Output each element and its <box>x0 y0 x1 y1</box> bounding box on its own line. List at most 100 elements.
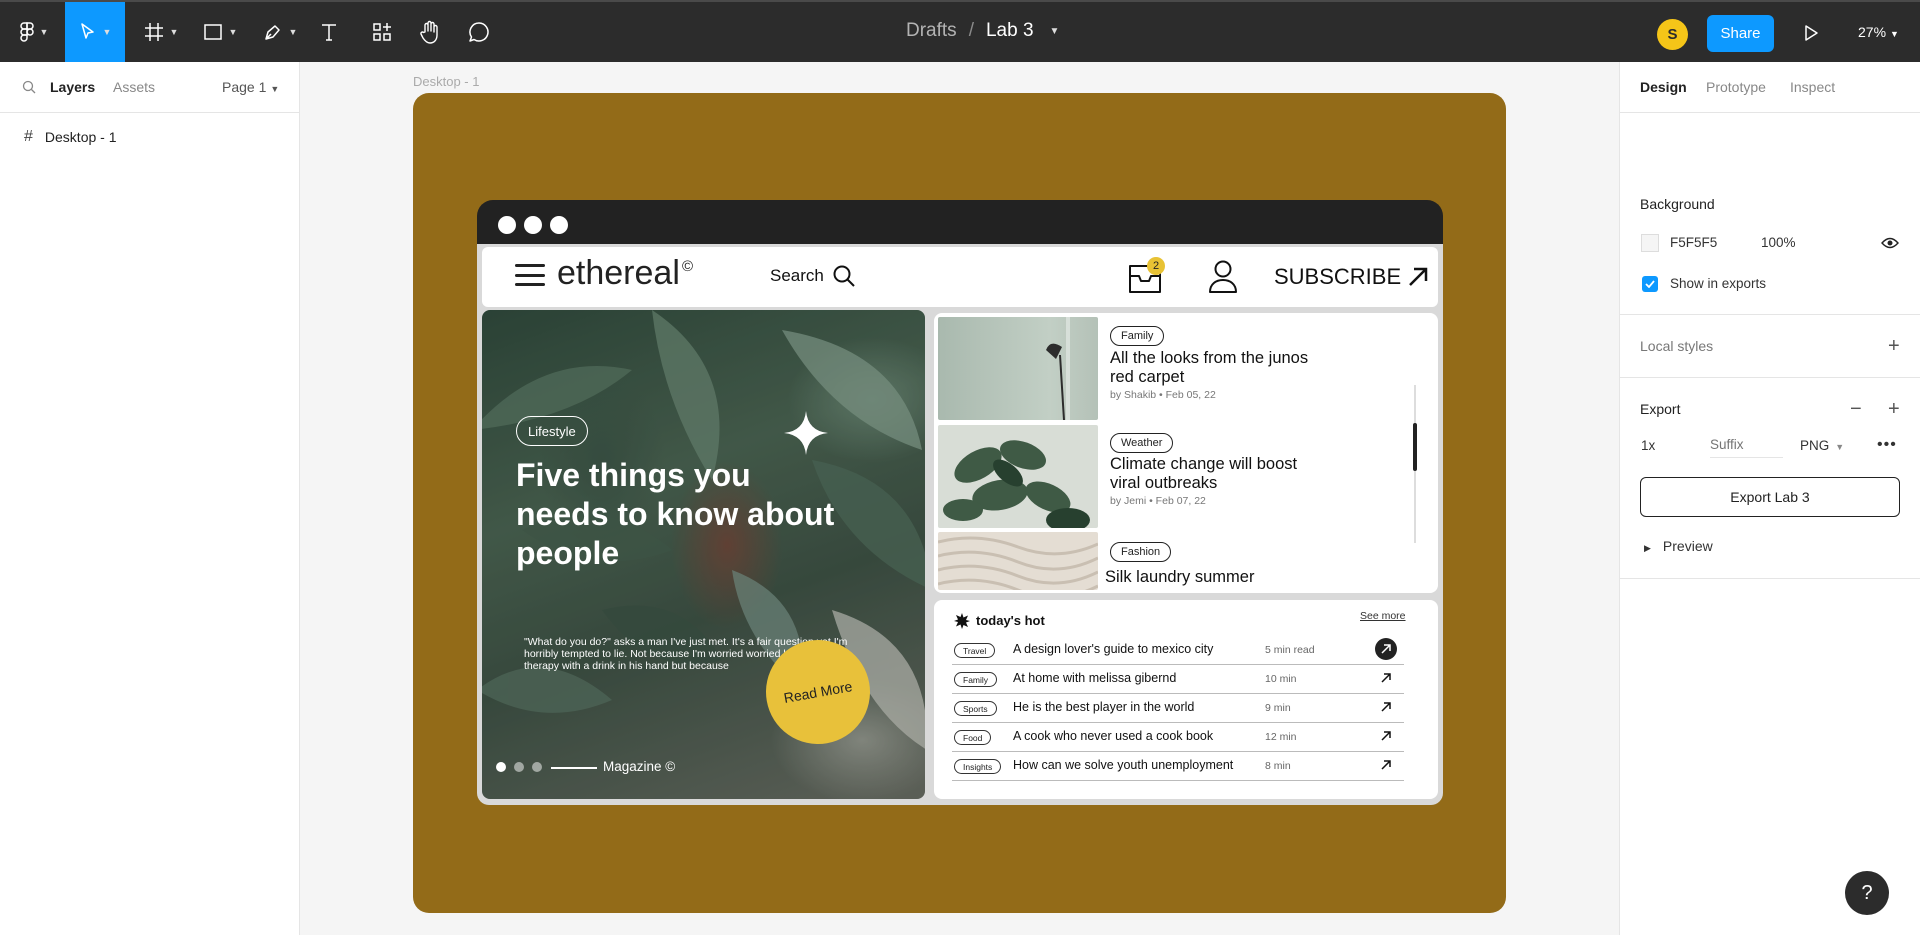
carousel-dots[interactable] <box>496 762 542 772</box>
background-color-swatch[interactable] <box>1641 234 1659 252</box>
see-more-link[interactable]: See more <box>1360 610 1406 622</box>
text-tool-button[interactable] <box>318 2 340 62</box>
tab-prototype[interactable]: Prototype <box>1706 79 1766 95</box>
pen-tool-button[interactable]: ▼ <box>259 2 301 62</box>
layers-panel: Layers Assets Page 1 ▼ # Desktop - 1 <box>0 62 300 935</box>
hot-list-item[interactable]: Food A cook who never used a cook book 1… <box>952 723 1404 752</box>
article-title[interactable]: Silk laundry summer <box>1105 568 1305 587</box>
share-button[interactable]: Share <box>1707 15 1774 52</box>
logo-copyright-mark: © <box>682 258 694 275</box>
user-avatar[interactable]: S <box>1657 19 1688 50</box>
tab-inspect[interactable]: Inspect <box>1790 79 1835 95</box>
zoom-menu[interactable]: 27% ▼ <box>1858 24 1899 40</box>
local-styles-section: Local styles + <box>1620 315 1920 378</box>
page-selector[interactable]: Page 1 ▼ <box>222 79 279 95</box>
chevron-down-icon: ▼ <box>39 27 49 37</box>
hot-list-item[interactable]: Travel A design lover's guide to mexico … <box>952 636 1404 665</box>
window-dot <box>524 216 542 234</box>
chevron-down-icon[interactable]: ▼ <box>1050 26 1060 37</box>
site-search-label[interactable]: Search <box>770 266 824 286</box>
background-title: Background <box>1640 196 1715 212</box>
hot-list-item[interactable]: Family At home with melissa gibernd 10 m… <box>952 665 1404 694</box>
arrow-up-right-icon[interactable] <box>1375 696 1397 718</box>
magazine-label: Magazine © <box>603 759 676 774</box>
hot-item-tag[interactable]: Family <box>954 672 998 687</box>
cursor-icon <box>80 23 94 39</box>
article-tag[interactable]: Family <box>1110 326 1165 346</box>
chevron-down-icon: ▼ <box>1835 442 1845 452</box>
minus-icon[interactable]: − <box>1850 399 1862 419</box>
comment-tool-button[interactable] <box>467 2 491 62</box>
article-title[interactable]: Climate change will boost viral outbreak… <box>1110 455 1310 493</box>
site-logo[interactable]: ethereal <box>557 254 680 293</box>
frame-icon <box>144 23 163 41</box>
present-button[interactable] <box>1798 20 1824 46</box>
hot-item-tag[interactable]: Sports <box>954 701 997 716</box>
subscribe-link[interactable]: SUBSCRIBE <box>1274 264 1429 290</box>
user-icon[interactable] <box>1208 260 1238 299</box>
article-thumbnail[interactable] <box>938 317 1098 420</box>
hot-item-tag[interactable]: Travel <box>954 643 996 658</box>
export-format-value: PNG <box>1800 438 1830 453</box>
subscribe-label: SUBSCRIBE <box>1274 264 1402 289</box>
arrow-up-right-icon <box>1409 267 1428 286</box>
page-name: Page 1 <box>222 79 267 95</box>
breadcrumb-drafts[interactable]: Drafts <box>906 20 957 42</box>
hamburger-menu-icon[interactable] <box>515 264 545 286</box>
frame-tool-button[interactable]: ▼ <box>140 2 182 62</box>
carousel-dot[interactable] <box>496 762 506 772</box>
move-tool-button[interactable]: ▼ <box>65 2 125 62</box>
carousel-dot[interactable] <box>532 762 542 772</box>
search-icon[interactable] <box>832 264 856 293</box>
arrow-up-right-icon[interactable] <box>1375 638 1397 660</box>
hot-item-time: 12 min <box>1265 731 1297 743</box>
tab-layers[interactable]: Layers <box>50 79 95 95</box>
search-icon[interactable] <box>22 80 36 97</box>
scrollbar-thumb[interactable] <box>1413 423 1417 471</box>
file-name[interactable]: Lab 3 <box>986 20 1034 42</box>
help-button[interactable]: ? <box>1845 871 1889 915</box>
export-suffix-input[interactable] <box>1710 432 1783 458</box>
hero-title: Five things you needs to know about peop… <box>516 457 835 571</box>
article-thumbnail[interactable] <box>938 532 1098 590</box>
plus-icon[interactable]: + <box>1888 336 1900 356</box>
frame-label[interactable]: Desktop - 1 <box>413 74 479 89</box>
layer-item[interactable]: # Desktop - 1 <box>0 122 299 152</box>
export-scale[interactable]: 1x <box>1641 438 1655 453</box>
eye-icon[interactable] <box>1881 236 1899 252</box>
hot-list-item[interactable]: Insights How can we solve youth unemploy… <box>952 752 1404 781</box>
hero-card[interactable]: Lifestyle Five things you needs to know … <box>482 310 925 799</box>
hot-item-tag[interactable]: Insights <box>954 759 1002 774</box>
show-in-exports-label: Show in exports <box>1670 276 1767 291</box>
check-icon <box>1645 280 1655 288</box>
hand-tool-button[interactable] <box>418 2 442 62</box>
carousel-dot[interactable] <box>514 762 524 772</box>
hot-item-tag[interactable]: Food <box>954 730 992 745</box>
background-opacity[interactable]: 100% <box>1761 235 1796 250</box>
background-hex[interactable]: F5F5F5 <box>1670 235 1717 250</box>
hero-category-tag[interactable]: Lifestyle <box>516 416 588 446</box>
hot-list-item[interactable]: Sports He is the best player in the worl… <box>952 694 1404 723</box>
article-tag[interactable]: Fashion <box>1110 542 1172 562</box>
main-menu-button[interactable]: ▼ <box>14 2 54 62</box>
chevron-down-icon: ▼ <box>1890 29 1899 39</box>
arrow-up-right-icon[interactable] <box>1375 754 1397 776</box>
local-styles-title: Local styles <box>1640 338 1714 354</box>
more-options-icon[interactable]: ••• <box>1877 436 1897 454</box>
article-tag[interactable]: Weather <box>1110 433 1174 453</box>
caret-right-icon: ▶ <box>1644 543 1651 553</box>
article-thumbnail[interactable] <box>938 425 1098 528</box>
sparkle-icon <box>784 411 828 460</box>
export-format-select[interactable]: PNG ▼ <box>1800 438 1844 453</box>
shape-tool-button[interactable]: ▼ <box>199 2 241 62</box>
preview-toggle[interactable]: ▶ Preview <box>1644 538 1713 554</box>
tab-design[interactable]: Design <box>1640 79 1687 95</box>
plus-icon[interactable]: + <box>1888 399 1900 419</box>
export-button[interactable]: Export Lab 3 <box>1640 477 1900 517</box>
arrow-up-right-icon[interactable] <box>1375 667 1397 689</box>
resources-button[interactable] <box>370 2 394 62</box>
arrow-up-right-icon[interactable] <box>1375 725 1397 747</box>
article-title[interactable]: All the looks from the junos red carpet <box>1110 349 1310 387</box>
tab-assets[interactable]: Assets <box>113 79 155 95</box>
show-in-exports-checkbox[interactable] <box>1642 276 1658 292</box>
